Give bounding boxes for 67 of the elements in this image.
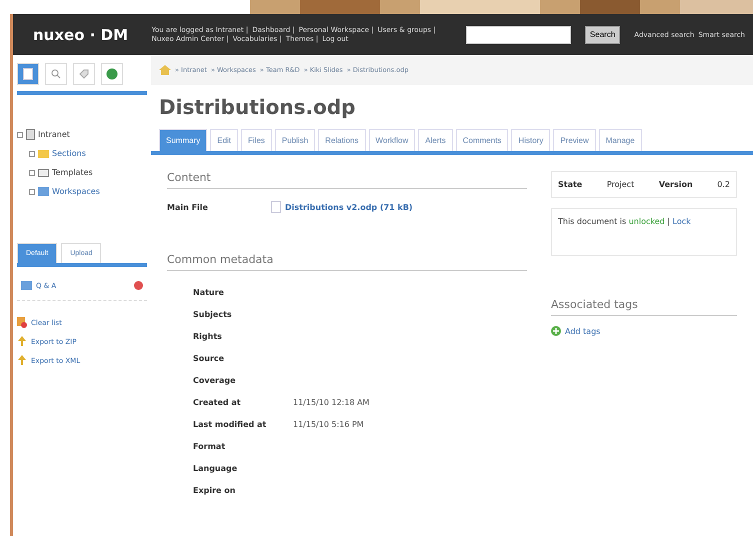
state-value: Project — [606, 180, 634, 189]
lock-status: This document is unlocked | Lock — [558, 217, 691, 226]
field-label: Created at — [193, 398, 242, 406]
workspace-icon — [38, 187, 49, 196]
document-icon — [271, 201, 281, 213]
field-value: 11/15/10 12:18 AM — [293, 398, 370, 406]
expand-icon[interactable] — [29, 150, 35, 156]
logo: nuxeo · DM — [33, 26, 130, 44]
home-icon[interactable] — [159, 65, 171, 75]
expand-icon[interactable] — [29, 188, 35, 194]
file-link[interactable]: Distributions v2.odp (71 kB) — [285, 202, 413, 212]
field-label: Coverage — [193, 376, 237, 384]
tab[interactable]: Edit — [210, 129, 238, 151]
section-heading: Content — [167, 171, 527, 189]
state-label: State — [558, 180, 582, 189]
tree-item[interactable]: Intranet — [38, 130, 70, 139]
globe-icon — [106, 68, 118, 80]
tab[interactable]: History — [511, 129, 550, 151]
field-label: Rights — [193, 332, 223, 340]
clear-list-icon — [17, 317, 27, 328]
tab[interactable]: Comments — [456, 129, 508, 151]
sidebar-tab[interactable] — [45, 63, 67, 85]
section-heading: Associated tags — [551, 298, 737, 316]
field-label: Last modified at — [193, 420, 268, 428]
tab[interactable]: Summary — [159, 129, 208, 151]
remove-icon[interactable] — [134, 281, 143, 290]
workspace-icon — [21, 281, 32, 290]
field-label: Format — [193, 442, 226, 450]
tree-item[interactable]: Sections — [52, 149, 86, 158]
expand-icon[interactable] — [29, 170, 35, 176]
tab[interactable]: Manage — [598, 129, 642, 151]
field-label: Expire on — [193, 486, 236, 494]
version-value: 0.2 — [717, 180, 730, 189]
document-title: Distributions.odp — [159, 95, 356, 119]
search-field[interactable] — [466, 26, 571, 44]
lock-link[interactable]: Lock — [672, 217, 691, 226]
field-label: Language — [193, 464, 238, 472]
field-label: Main File — [167, 202, 209, 212]
export-icon — [17, 355, 27, 366]
sidebar-tab[interactable] — [101, 63, 123, 85]
field-label: Source — [193, 354, 226, 362]
tab[interactable]: Relations — [318, 129, 366, 151]
tree-item[interactable]: Templates — [52, 168, 93, 177]
add-tags-link[interactable]: Add tags — [565, 326, 600, 336]
field-label: Nature — [193, 288, 225, 296]
sidebar-tab[interactable] — [17, 63, 39, 85]
folder-icon — [38, 149, 49, 158]
tree-item[interactable]: Workspaces — [52, 187, 100, 196]
tab[interactable]: Workflow — [368, 129, 416, 151]
tab[interactable]: Publish — [274, 129, 316, 151]
add-icon — [551, 326, 561, 336]
search-icon — [51, 69, 61, 79]
tag-icon — [79, 69, 89, 79]
tab[interactable]: Alerts — [418, 129, 453, 151]
document-icon — [23, 68, 33, 80]
server-icon — [26, 129, 35, 140]
expand-icon[interactable] — [17, 132, 23, 138]
tab[interactable]: Files — [241, 129, 272, 151]
version-label: Version — [658, 180, 693, 189]
tab[interactable]: Preview — [553, 129, 596, 151]
field-value: 11/15/10 5:16 PM — [293, 420, 364, 428]
export-icon — [17, 336, 27, 347]
search-button[interactable]: Search — [584, 26, 620, 44]
folder-icon — [38, 168, 49, 177]
field-label: Subjects — [193, 310, 233, 318]
section-heading: Common metadata — [167, 253, 527, 271]
sidebar-tab[interactable] — [73, 63, 95, 85]
